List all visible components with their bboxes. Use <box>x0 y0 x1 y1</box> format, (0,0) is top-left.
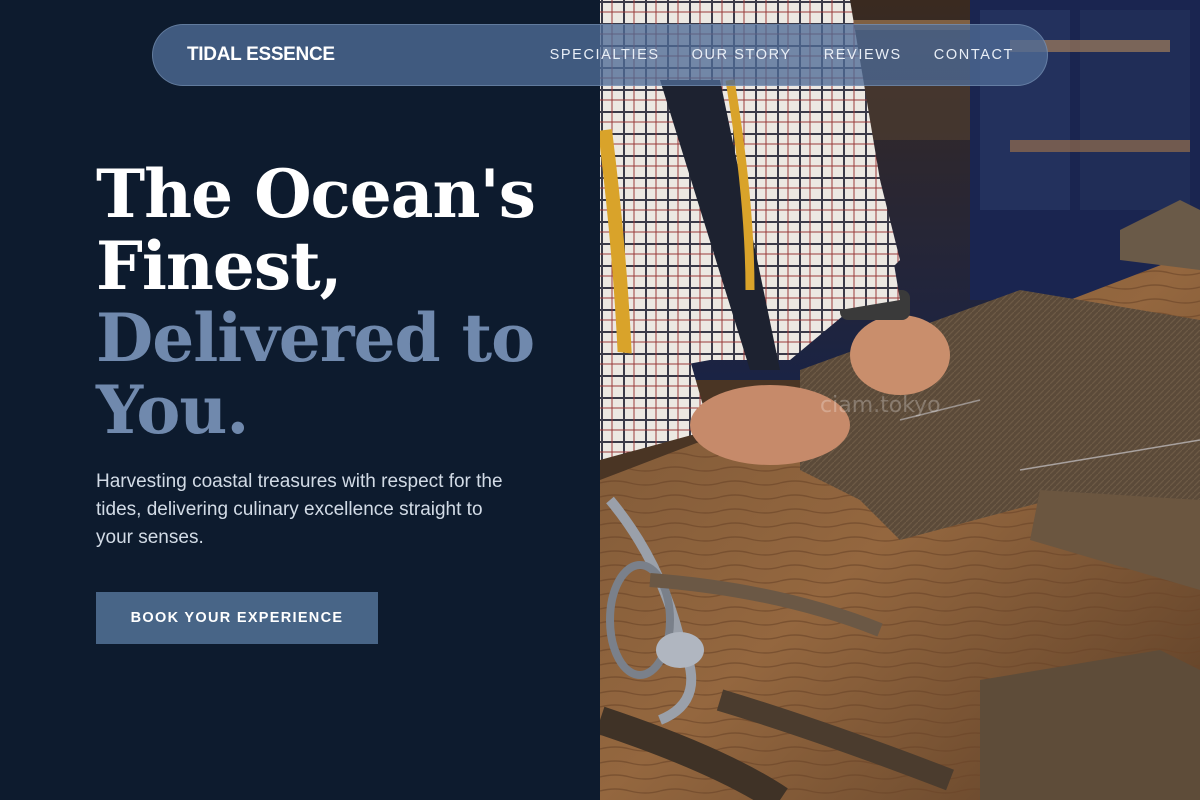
hero-headline: The Ocean's Finest, Delivered to You. <box>96 158 566 446</box>
nav-link-specialties[interactable]: SPECIALTIES <box>550 47 660 63</box>
nav-link-our-story[interactable]: OUR STORY <box>692 47 792 63</box>
headline-secondary: Delivered to You. <box>96 299 535 449</box>
nav-links: SPECIALTIES OUR STORY REVIEWS CONTACT <box>550 47 1014 63</box>
tailor-workshop-image: ciam.tokyo <box>600 0 1200 800</box>
book-experience-button[interactable]: BOOK YOUR EXPERIENCE <box>96 592 378 644</box>
nav-link-contact[interactable]: CONTACT <box>934 47 1014 63</box>
hero-image: ciam.tokyo <box>600 0 1200 800</box>
hero-subtext: Harvesting coastal treasures with respec… <box>96 471 503 548</box>
top-nav: TIDAL ESSENCE SPECIALTIES OUR STORY REVI… <box>152 24 1048 86</box>
brand-logo[interactable]: TIDAL ESSENCE <box>187 44 335 66</box>
nav-link-reviews[interactable]: REVIEWS <box>824 47 902 63</box>
headline-primary: The Ocean's Finest, <box>96 155 536 305</box>
watermark-text: ciam.tokyo <box>820 393 941 418</box>
